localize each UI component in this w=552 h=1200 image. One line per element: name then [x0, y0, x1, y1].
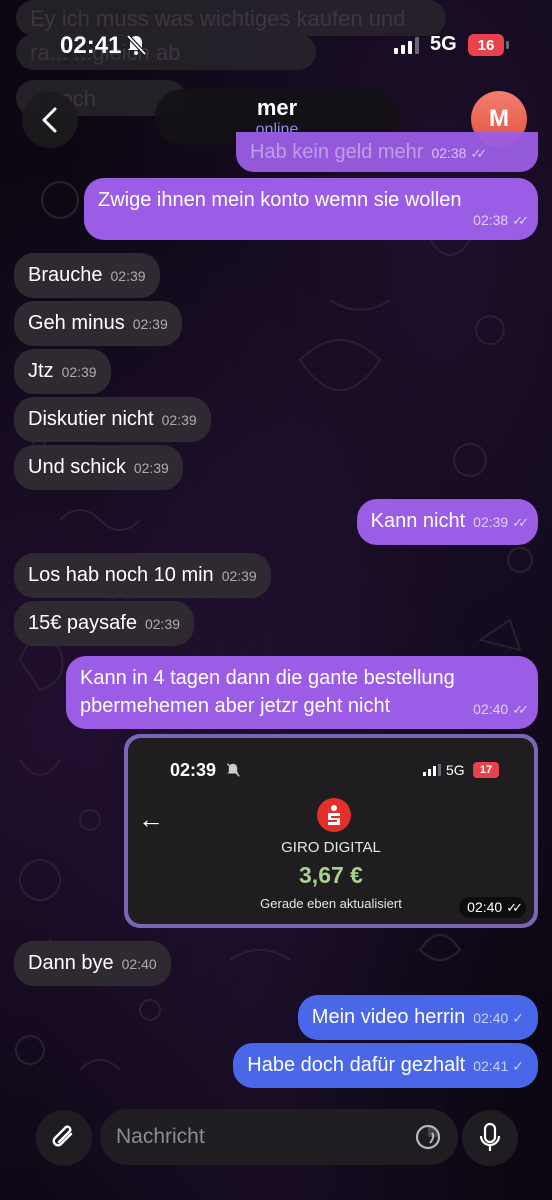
battery-level: 16 [477, 36, 495, 54]
contact-name: mer [256, 95, 298, 120]
message-time: 02:38 [431, 145, 467, 161]
background-preview-line: Ey ich muss was wichtiges kaufen und [16, 0, 446, 36]
message-bubble-incoming[interactable]: Brauche 02:39 [14, 253, 160, 298]
message-time: 02:39 [61, 364, 97, 380]
image-message[interactable]: 02:39 5G 17 ← GIRO DIGITAL 3,67 € Gerade… [124, 734, 538, 928]
message-time: 02:39 [110, 268, 146, 284]
message-time: 02:40 [467, 899, 503, 915]
message-text: Mein video herrin [311, 1006, 466, 1028]
screenshot-time: 02:39 [170, 760, 217, 780]
message-text: Hab kein geld mehr [250, 141, 424, 163]
message-time: 02:39 [473, 514, 509, 530]
message-bubble-outgoing[interactable]: Habe doch dafür gezhalt 02:41 ✓ [233, 1043, 538, 1088]
microphone-icon [479, 1122, 501, 1151]
microphone-button[interactable] [462, 1110, 518, 1166]
message-time: 02:38 [473, 212, 509, 228]
message-text: Zwige ihnen mein konto wemn sie wollen [98, 189, 462, 211]
message-time: 02:40 [473, 1010, 509, 1026]
message-bubble-incoming[interactable]: Dann bye 02:40 [14, 941, 171, 986]
message-time: 02:39 [161, 412, 197, 428]
message-bubble-outgoing[interactable]: Mein video herrin 02:40 ✓ [297, 995, 538, 1040]
status-bar: Ey ich muss was wichtiges kaufen und ra.… [0, 0, 552, 116]
message-time: 02:40 [121, 956, 157, 972]
message-bubble-incoming[interactable]: Jtz 02:39 [14, 349, 111, 394]
message-bubble-incoming[interactable]: Los hab noch 10 min 02:39 [14, 553, 271, 598]
message-text: Kann in 4 tagen dann die gante bestellun… [80, 667, 455, 717]
message-time: 02:39 [221, 568, 257, 584]
double-check-icon: ✓✓ [512, 702, 529, 717]
check-icon: ✓ [512, 1010, 524, 1026]
message-text: Habe doch dafür gezhalt [247, 1054, 466, 1076]
signal-icon [394, 36, 419, 54]
message-text: Diskutier nicht [28, 408, 154, 430]
message-text: Los hab noch 10 min [28, 564, 214, 586]
battery-icon: 17 [473, 762, 499, 778]
arrow-left-icon: ← [138, 804, 164, 834]
message-input[interactable] [116, 1125, 414, 1149]
message-input-wrapper [100, 1109, 458, 1165]
message-bubble-outgoing[interactable]: Hab kein geld mehr 02:38 ✓✓ [236, 132, 538, 172]
message-text: Geh minus [28, 312, 125, 334]
message-time: 02:39 [132, 316, 168, 332]
message-text: 15€ paysafe [28, 612, 137, 634]
attach-button[interactable] [36, 1110, 92, 1166]
battery-icon: 16 [468, 34, 509, 56]
message-bubble-incoming[interactable]: 15€ paysafe 02:39 [14, 601, 195, 646]
paperclip-icon [52, 1125, 73, 1147]
double-check-icon: ✓✓ [512, 213, 529, 228]
message-time: 02:39 [144, 616, 181, 632]
message-bubble-outgoing[interactable]: Kann nicht 02:39 ✓✓ [356, 499, 538, 545]
network-type: 5G [430, 33, 457, 55]
screenshot-battery: 17 [479, 764, 493, 776]
double-check-icon: ✓✓ [470, 146, 487, 161]
message-text: Und schick [28, 456, 126, 478]
double-check-icon: ✓✓ [512, 515, 529, 530]
bank-name: GIRO DIGITAL [281, 839, 381, 856]
chevron-left-icon [42, 107, 57, 133]
screenshot-network: 5G [446, 762, 465, 778]
banking-screenshot: 02:39 5G 17 ← GIRO DIGITAL 3,67 € Gerade… [128, 738, 534, 924]
account-balance: 3,67 € [299, 862, 363, 888]
message-text: Jtz [28, 360, 54, 382]
check-icon: ✓ [512, 1058, 524, 1074]
message-time: 02:41 [473, 1058, 509, 1074]
signal-icon [423, 764, 441, 776]
composer [0, 1100, 552, 1200]
status-time: 02:41 [60, 32, 122, 59]
message-bubble-outgoing[interactable]: Kann in 4 tagen dann die gante bestellun… [66, 656, 538, 729]
sticker-icon[interactable] [414, 1123, 442, 1151]
avatar-letter: M [489, 105, 509, 132]
back-button[interactable] [22, 92, 78, 148]
message-bubble-outgoing[interactable]: Zwige ihnen mein konto wemn sie wollen 0… [84, 178, 538, 240]
message-bubble-incoming[interactable]: Geh minus 02:39 [14, 301, 182, 346]
double-check-icon: ✓✓ [506, 900, 523, 915]
bell-muted-icon [126, 34, 146, 56]
bell-muted-icon [226, 763, 240, 777]
message-bubble-incoming[interactable]: Diskutier nicht 02:39 [14, 397, 211, 442]
sparkasse-logo-icon [317, 798, 351, 832]
message-time: 02:40 [473, 701, 509, 717]
message-text: Dann bye [28, 952, 114, 974]
message-time: 02:39 [133, 460, 169, 476]
message-text: Brauche [28, 264, 103, 286]
message-text: Kann nicht [370, 510, 466, 532]
message-bubble-incoming[interactable]: Und schick 02:39 [14, 445, 183, 490]
